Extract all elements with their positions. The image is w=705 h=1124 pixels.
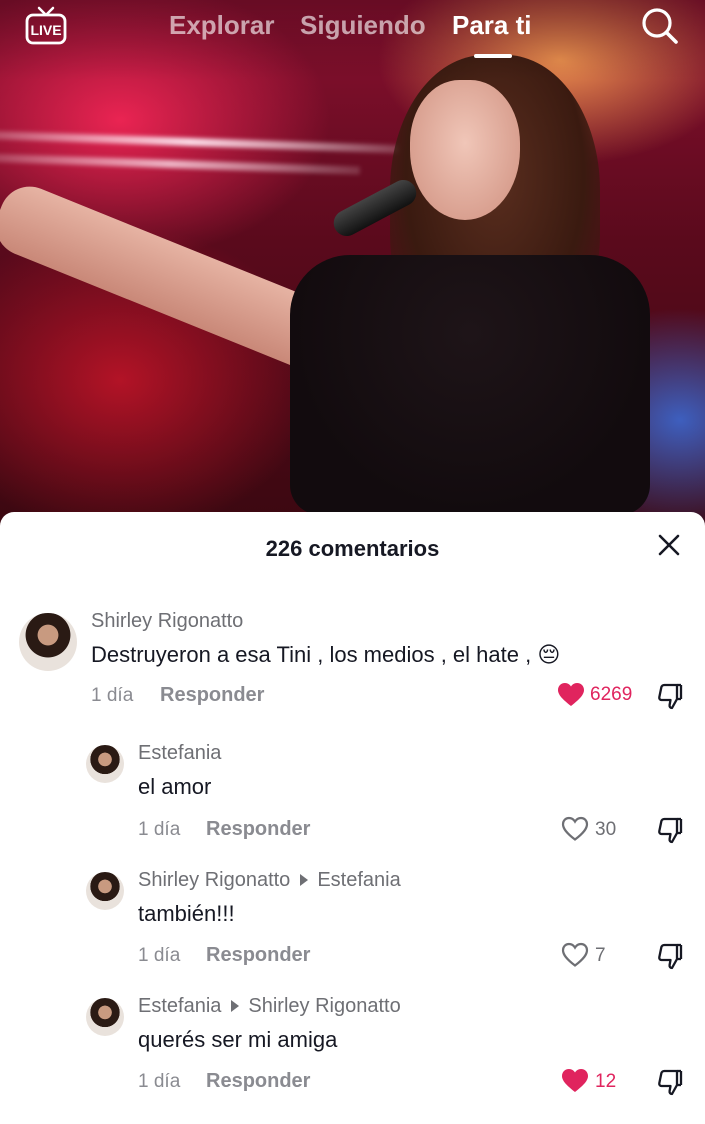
dislike-button[interactable] [656,1068,684,1096]
like-count: 30 [595,819,617,840]
dislike-icon [658,683,683,710]
comment-time: 1 día [138,945,181,966]
tab-para-ti[interactable]: Para ti [452,10,532,41]
comment-text: querés ser mi amiga [138,1027,338,1052]
reply-item: Estefania el amor 1 día Responder 30 [0,742,705,852]
close-button[interactable] [656,532,682,558]
video-figure-body [290,255,650,515]
top-navigation: LIVE Explorar Siguiendo Para ti [0,0,705,60]
close-icon [658,534,680,556]
username-text[interactable]: Estefania [138,742,221,764]
search-icon [642,8,678,44]
reply-button[interactable]: Responder [206,1070,310,1093]
avatar[interactable] [19,613,77,671]
like-button[interactable] [561,1068,589,1094]
username-text[interactable]: Shirley Rigonatto [138,869,290,891]
reply-button[interactable]: Responder [206,818,310,841]
comment-text: también!!! [138,901,235,926]
comment-username[interactable]: Estefania Shirley Rigonatto [138,995,401,1018]
comment-text: el amor [138,774,212,799]
heart-icon [558,683,584,706]
live-button[interactable]: LIVE [24,5,68,45]
dislike-icon [658,817,683,844]
comments-sheet: 226 comentarios Shirley Rigonatto Destru… [0,512,705,1124]
video-figure-face [410,80,520,220]
like-count: 7 [595,945,606,966]
comment-username[interactable]: Estefania [138,742,221,765]
like-count: 6269 [590,684,633,705]
comment-time: 1 día [91,685,134,706]
reply-to-username[interactable]: Estefania [317,869,400,891]
live-tv-icon: LIVE [25,6,67,45]
comment-item: Shirley Rigonatto Destruyeron a esa Tini… [0,610,705,720]
dislike-button[interactable] [656,682,684,710]
reply-item: Estefania Shirley Rigonatto querés ser mi… [0,995,705,1105]
tab-siguiendo[interactable]: Siguiendo [300,10,426,41]
reply-button[interactable]: Responder [160,684,264,707]
stage-light-beam [0,153,361,175]
avatar[interactable] [86,745,124,783]
avatar[interactable] [86,872,124,910]
dislike-icon [658,943,683,970]
live-label: LIVE [30,22,61,38]
active-tab-indicator [474,54,512,58]
dislike-button[interactable] [656,942,684,970]
comment-username[interactable]: Shirley Rigonatto [91,610,243,633]
tab-explorar[interactable]: Explorar [169,10,275,41]
reply-to-username[interactable]: Shirley Rigonatto [248,995,400,1017]
video-player[interactable] [0,0,705,540]
like-button[interactable] [561,942,589,968]
like-count: 12 [595,1071,617,1092]
search-button[interactable] [640,6,680,46]
comment-time: 1 día [138,819,181,840]
heart-icon [561,816,589,841]
like-button[interactable] [561,816,589,842]
comment-username[interactable]: Shirley Rigonatto Estefania [138,869,401,892]
username-text[interactable]: Estefania [138,995,221,1017]
dislike-button[interactable] [656,816,684,844]
comments-count-title: 226 comentarios [265,536,440,561]
comment-time: 1 día [138,1071,181,1092]
heart-icon [562,1069,588,1092]
stage-light-beam [0,130,401,154]
username-text[interactable]: Shirley Rigonatto [91,610,243,632]
like-button[interactable] [557,682,585,708]
reply-button[interactable]: Responder [206,944,310,967]
reply-arrow-icon [300,874,309,887]
heart-icon [561,942,589,967]
avatar[interactable] [86,998,124,1036]
dislike-icon [658,1069,683,1096]
comment-text: Destruyeron a esa Tini , los medios , el… [91,642,561,667]
reply-arrow-icon [231,1000,240,1013]
reply-item: Shirley Rigonatto Estefania también!!! 1 … [0,869,705,979]
